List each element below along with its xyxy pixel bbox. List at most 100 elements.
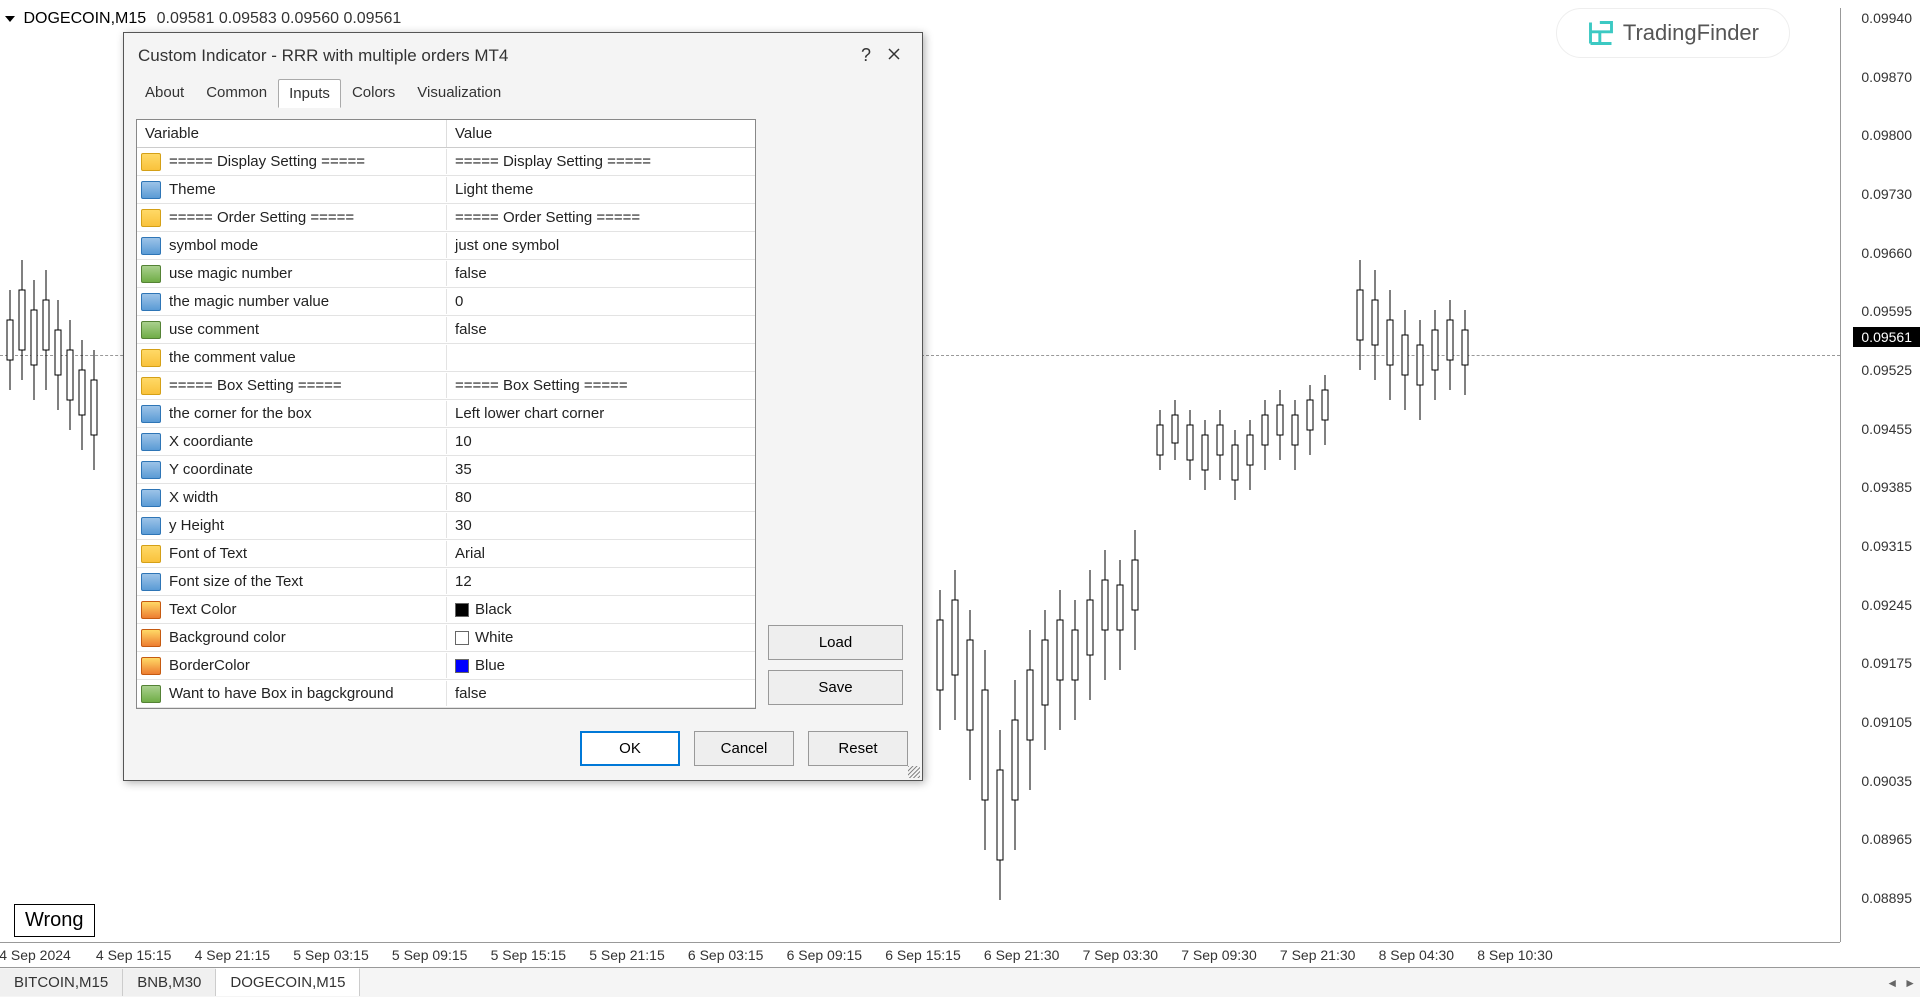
input-variable: Theme	[165, 177, 447, 202]
value-text: 80	[455, 489, 472, 506]
input-row[interactable]: Text ColorBlack	[137, 596, 755, 624]
input-row[interactable]: ===== Order Setting ========== Order Set…	[137, 204, 755, 232]
header-value: Value	[447, 120, 755, 147]
load-button[interactable]: Load	[768, 625, 903, 660]
help-button[interactable]: ?	[852, 45, 880, 66]
value-text: Arial	[455, 545, 485, 562]
time-tick: 8 Sep 10:30	[1477, 947, 1553, 963]
dialog-tab-about[interactable]: About	[134, 78, 195, 107]
input-row[interactable]: the magic number value0	[137, 288, 755, 316]
dialog-tab-inputs[interactable]: Inputs	[278, 79, 341, 108]
input-value[interactable]: false	[447, 261, 755, 286]
input-value[interactable]: ===== Order Setting =====	[447, 205, 755, 230]
input-row[interactable]: Want to have Box in bagckgroundfalse	[137, 680, 755, 708]
reset-button[interactable]: Reset	[808, 731, 908, 766]
dialog-tab-common[interactable]: Common	[195, 78, 278, 107]
input-value[interactable]: ===== Box Setting =====	[447, 373, 755, 398]
price-tick: 0.09245	[1861, 597, 1912, 613]
type-123-icon	[141, 461, 161, 479]
input-value[interactable]	[447, 354, 755, 362]
input-value[interactable]: 35	[447, 457, 755, 482]
input-variable: the magic number value	[165, 289, 447, 314]
scroll-left-icon[interactable]: ◄	[1886, 976, 1898, 990]
input-variable: Y coordinate	[165, 457, 447, 482]
type-col-icon	[141, 629, 161, 647]
input-row[interactable]: Font size of the Text12	[137, 568, 755, 596]
input-variable: X width	[165, 485, 447, 510]
close-button[interactable]	[880, 45, 908, 66]
type-123-icon	[141, 433, 161, 451]
input-variable: use magic number	[165, 261, 447, 286]
input-row[interactable]: y Height30	[137, 512, 755, 540]
type-chk-icon	[141, 685, 161, 703]
input-variable: X coordiante	[165, 429, 447, 454]
type-123-icon	[141, 405, 161, 423]
price-tick: 0.09525	[1861, 362, 1912, 378]
input-variable: Font of Text	[165, 541, 447, 566]
input-value[interactable]: Blue	[447, 653, 755, 678]
input-row[interactable]: the corner for the boxLeft lower chart c…	[137, 400, 755, 428]
header-variable: Variable	[137, 120, 447, 147]
input-variable: symbol mode	[165, 233, 447, 258]
input-value[interactable]: Light theme	[447, 177, 755, 202]
close-icon	[887, 47, 901, 61]
tab-scroll-arrows[interactable]: ◄ ►	[1886, 976, 1916, 990]
input-row[interactable]: X coordiante10	[137, 428, 755, 456]
input-value[interactable]: 80	[447, 485, 755, 510]
input-variable: ===== Display Setting =====	[165, 149, 447, 174]
input-value[interactable]: false	[447, 317, 755, 342]
time-axis: 4 Sep 20244 Sep 15:154 Sep 21:155 Sep 03…	[0, 942, 1840, 967]
inputs-table[interactable]: Variable Value ===== Display Setting ===…	[136, 119, 756, 709]
input-value[interactable]: Black	[447, 597, 755, 622]
input-value[interactable]: White	[447, 625, 755, 650]
dialog-title: Custom Indicator - RRR with multiple ord…	[138, 46, 852, 66]
input-row[interactable]: use commentfalse	[137, 316, 755, 344]
input-value[interactable]: Left lower chart corner	[447, 401, 755, 426]
input-value[interactable]: 10	[447, 429, 755, 454]
dialog-titlebar[interactable]: Custom Indicator - RRR with multiple ord…	[124, 33, 922, 78]
input-value[interactable]: ===== Display Setting =====	[447, 149, 755, 174]
input-variable: the comment value	[165, 345, 447, 370]
input-row[interactable]: Font of Text Arial	[137, 540, 755, 568]
input-row[interactable]: use magic numberfalse	[137, 260, 755, 288]
price-tick: 0.09315	[1861, 538, 1912, 554]
cancel-button[interactable]: Cancel	[694, 731, 794, 766]
time-tick: 7 Sep 09:30	[1181, 947, 1257, 963]
price-tick: 0.08895	[1861, 890, 1912, 906]
type-123-icon	[141, 293, 161, 311]
input-row[interactable]: symbol modejust one symbol	[137, 232, 755, 260]
symbol-dropdown-icon[interactable]	[5, 16, 15, 22]
dialog-tab-colors[interactable]: Colors	[341, 78, 406, 107]
resize-grip-icon[interactable]	[908, 766, 920, 778]
dialog-tab-visualization[interactable]: Visualization	[406, 78, 512, 107]
input-value[interactable]: 12	[447, 569, 755, 594]
input-row[interactable]: ===== Display Setting ========== Display…	[137, 148, 755, 176]
input-value[interactable]: Arial	[447, 541, 755, 566]
price-tick: 0.09105	[1861, 714, 1912, 730]
chart-tab[interactable]: BITCOIN,M15	[0, 969, 123, 996]
input-row[interactable]: the comment value	[137, 344, 755, 372]
save-button[interactable]: Save	[768, 670, 903, 705]
type-ab-icon	[141, 377, 161, 395]
input-value[interactable]: 30	[447, 513, 755, 538]
input-row[interactable]: Background colorWhite	[137, 624, 755, 652]
input-value[interactable]: false	[447, 681, 755, 706]
value-text: Light theme	[455, 181, 533, 198]
input-row[interactable]: Y coordinate 35	[137, 456, 755, 484]
input-value[interactable]: 0	[447, 289, 755, 314]
input-row[interactable]: BorderColorBlue	[137, 652, 755, 680]
input-row[interactable]: X width 80	[137, 484, 755, 512]
scroll-right-icon[interactable]: ►	[1904, 976, 1916, 990]
value-text: 35	[455, 461, 472, 478]
input-variable: use comment	[165, 317, 447, 342]
price-tick: 0.09870	[1861, 69, 1912, 85]
input-row[interactable]: Theme Light theme	[137, 176, 755, 204]
input-row[interactable]: ===== Box Setting ========== Box Setting…	[137, 372, 755, 400]
value-text: 12	[455, 573, 472, 590]
wrong-indicator-box: Wrong	[14, 904, 95, 937]
input-value[interactable]: just one symbol	[447, 233, 755, 258]
input-variable: Want to have Box in bagckground	[165, 681, 447, 706]
chart-tab[interactable]: BNB,M30	[123, 969, 216, 996]
ok-button[interactable]: OK	[580, 731, 680, 766]
chart-tab[interactable]: DOGECOIN,M15	[216, 968, 360, 996]
